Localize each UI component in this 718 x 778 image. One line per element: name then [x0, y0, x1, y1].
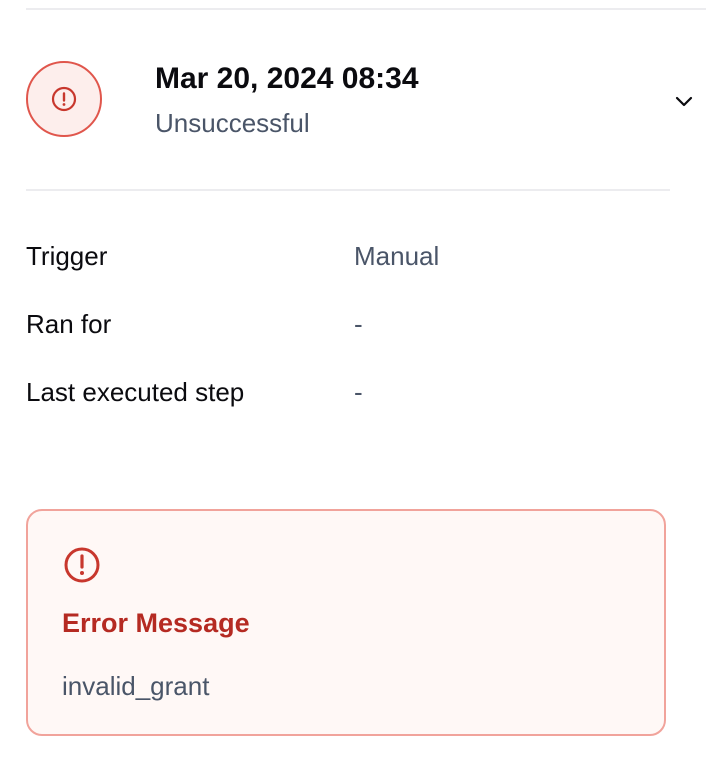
run-status: Unsuccessful	[155, 108, 310, 138]
detail-label: Trigger	[26, 241, 108, 271]
chevron-down-icon	[675, 96, 693, 107]
detail-value: -	[354, 309, 363, 339]
error-message-panel: Error Message invalid_grant	[26, 509, 666, 736]
info-icon	[51, 86, 77, 112]
expand-toggle-button[interactable]	[671, 92, 697, 112]
status-icon-badge	[26, 61, 102, 137]
detail-label: Ran for	[26, 309, 112, 339]
top-divider	[26, 8, 706, 10]
run-header[interactable]: Mar 20, 2024 08:34 Unsuccessful	[0, 40, 718, 150]
detail-value: -	[354, 377, 363, 407]
detail-value: Manual	[354, 241, 440, 271]
detail-row-last-executed-step: Last executed step -	[26, 372, 666, 440]
run-datetime: Mar 20, 2024 08:34	[155, 62, 419, 95]
error-message-text: invalid_grant	[62, 671, 210, 701]
detail-row-trigger: Trigger Manual	[26, 236, 666, 304]
section-divider	[26, 189, 670, 191]
detail-row-ran-for: Ran for -	[26, 304, 666, 372]
detail-label: Last executed step	[26, 377, 245, 407]
run-details: Trigger Manual Ran for - Last executed s…	[26, 236, 666, 440]
alert-circle-icon	[64, 547, 100, 583]
error-title: Error Message	[62, 608, 250, 638]
